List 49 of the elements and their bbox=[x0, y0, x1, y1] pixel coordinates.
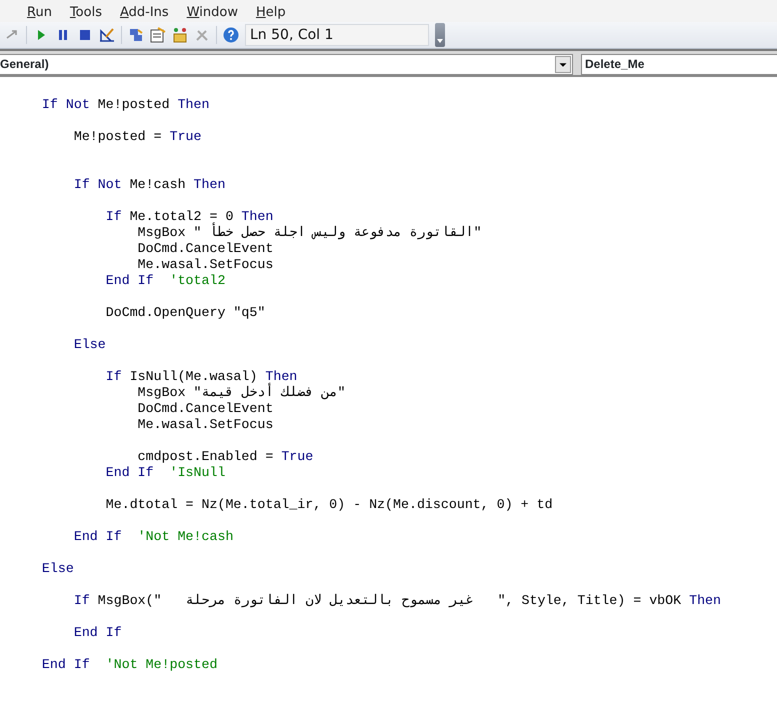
code-keyword: Else bbox=[40, 561, 74, 576]
code-text: Me!posted bbox=[96, 97, 171, 112]
code-text: Me!cash bbox=[128, 177, 187, 192]
code-keyword: If Not bbox=[40, 97, 90, 112]
code-text: IsNull(Me.wasal) bbox=[128, 369, 258, 384]
code-keyword: If bbox=[104, 369, 122, 384]
code-keyword: End If bbox=[72, 529, 122, 544]
object-dropdown-value: General) bbox=[0, 56, 50, 73]
menu-item[interactable]: Window bbox=[178, 2, 247, 22]
code-keyword: Then bbox=[178, 97, 210, 112]
cursor-position: Ln 50, Col 1 bbox=[245, 24, 429, 46]
code-keyword: Then bbox=[265, 369, 298, 384]
code-keyword: Then bbox=[241, 209, 274, 224]
code-keyword: Else bbox=[72, 337, 106, 352]
code-keyword: End If bbox=[40, 657, 90, 672]
menu-item[interactable]: Tools bbox=[60, 2, 111, 22]
help-icon[interactable] bbox=[223, 27, 239, 43]
code-keyword: If Not bbox=[72, 177, 122, 192]
code-comment: 'IsNull bbox=[168, 465, 226, 480]
code-keyword: End If bbox=[104, 273, 154, 288]
menu-item[interactable]: Add-Ins bbox=[110, 2, 178, 22]
code-text: cmdpost.Enabled = bbox=[136, 449, 274, 464]
code-comment: 'Not Me!posted bbox=[104, 657, 218, 672]
code-text: DoCmd.CancelEvent bbox=[136, 401, 274, 416]
code-keyword: True bbox=[281, 449, 314, 464]
code-text: MsgBox(" غير مسموح بالتعديل لان الفاتورة مرحلة ", Style, Title) = vbOK bbox=[96, 593, 682, 608]
code-keyword: Then bbox=[194, 177, 226, 192]
code-text: MsgBox "من فضلك أدخل قيمة" bbox=[10, 385, 346, 400]
code-comment: 'total2 bbox=[168, 273, 226, 288]
code-text: Me!posted = bbox=[72, 129, 163, 144]
code-comment: 'Not Me!cash bbox=[136, 529, 234, 544]
code-keyword: If bbox=[104, 209, 122, 224]
code-keyword: If bbox=[72, 593, 90, 608]
code-keyword: End If bbox=[72, 625, 122, 640]
toolbar-options-icon[interactable] bbox=[435, 23, 445, 47]
object-dropdown[interactable]: General) bbox=[0, 54, 573, 75]
code-text: DoCmd.CancelEvent bbox=[136, 241, 274, 256]
code-keyword: Then bbox=[689, 593, 722, 608]
procedure-dropdown[interactable]: Delete_Me bbox=[581, 54, 777, 75]
code-text: Me.dtotal = Nz(Me.total_ir, 0) - Nz(Me.discount, 0) + td bbox=[104, 497, 553, 512]
code-keyword: End If bbox=[104, 465, 154, 480]
code-keyword: True bbox=[170, 129, 202, 144]
code-text: Me.wasal.SetFocus bbox=[136, 257, 274, 272]
stop-icon[interactable] bbox=[77, 27, 93, 43]
code-text: Me.total2 = 0 bbox=[128, 209, 234, 224]
code-text: Me.wasal.SetFocus bbox=[136, 417, 274, 432]
menu-item[interactable]: Help bbox=[246, 2, 295, 22]
code-text: DoCmd.OpenQuery "q5" bbox=[104, 305, 266, 320]
menu-item[interactable]: Run bbox=[18, 2, 61, 22]
